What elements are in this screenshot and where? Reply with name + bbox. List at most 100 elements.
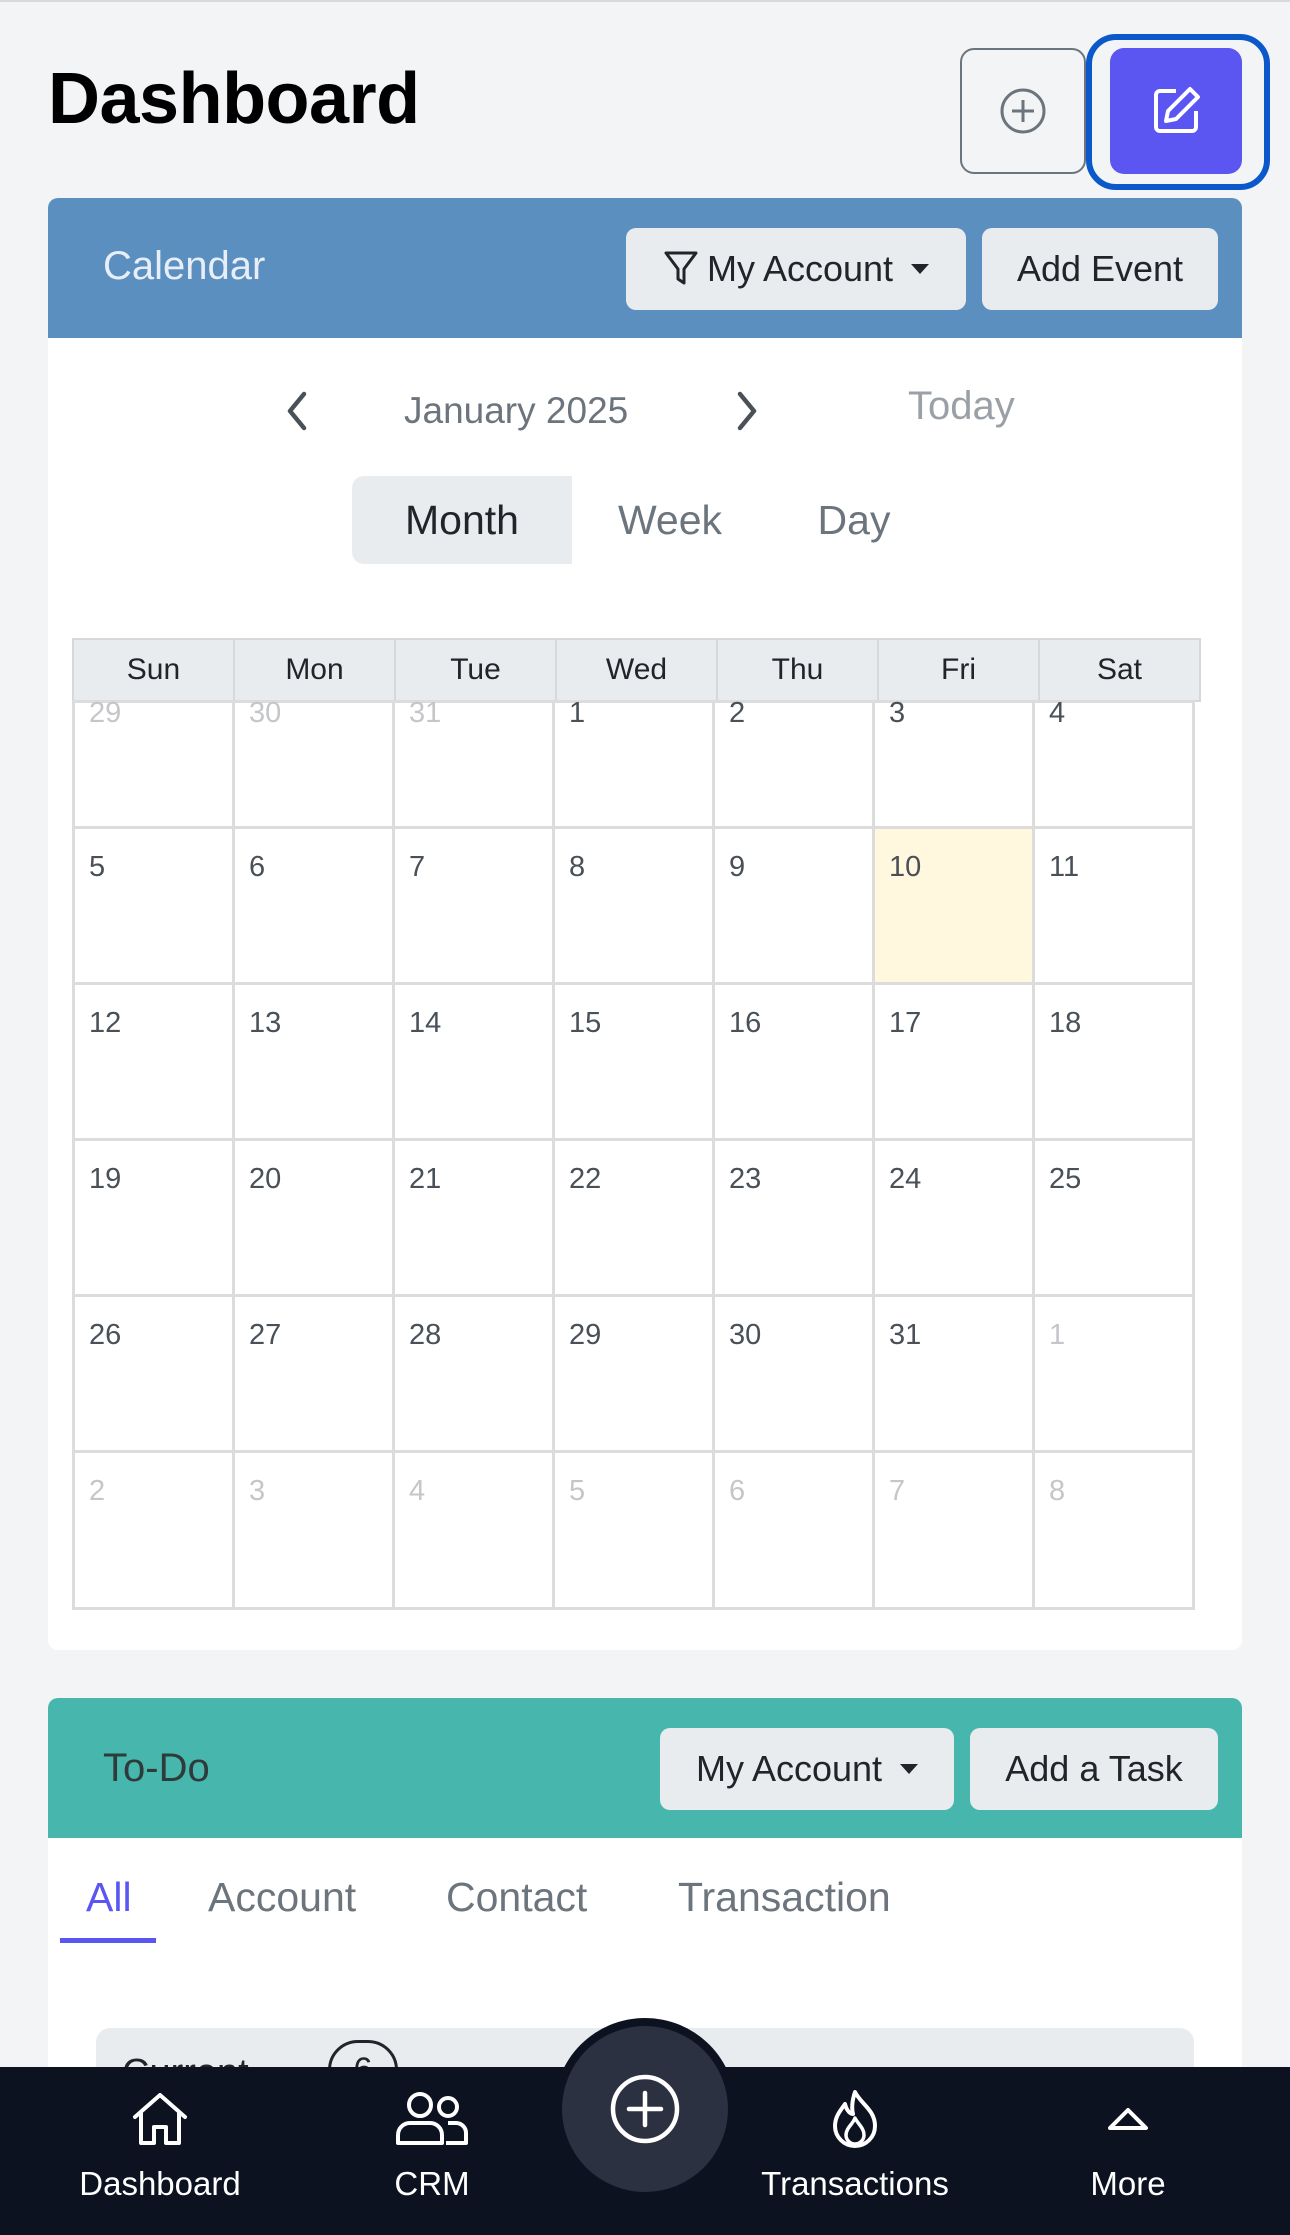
- chevron-right-icon[interactable]: [730, 388, 764, 434]
- tab-transaction[interactable]: Transaction: [678, 1874, 891, 1921]
- nav-crm-label: CRM: [394, 2165, 470, 2202]
- calendar-day-cell[interactable]: 5: [72, 826, 235, 986]
- tab-account[interactable]: Account: [208, 1874, 356, 1921]
- calendar-day-cell[interactable]: 19: [72, 1138, 235, 1298]
- calendar-day-cell[interactable]: 8: [552, 826, 715, 986]
- calendar-day-cell[interactable]: 4: [1032, 697, 1195, 830]
- calendar-day-cell[interactable]: 31: [872, 1294, 1035, 1454]
- chevron-left-icon[interactable]: [280, 388, 314, 434]
- calendar-day-cell[interactable]: 29: [72, 697, 235, 830]
- calendar-day-cell[interactable]: 30: [232, 697, 395, 830]
- day-number: 29: [89, 697, 122, 729]
- day-number: 20: [249, 1163, 282, 1195]
- view-switcher: Month Week Day: [352, 476, 940, 564]
- day-number: 27: [249, 1319, 282, 1351]
- calendar-day-cell[interactable]: 1: [1032, 1294, 1195, 1454]
- calendar-day-cell[interactable]: 11: [1032, 826, 1195, 986]
- day-number: 26: [89, 1319, 122, 1351]
- calendar-day-cell[interactable]: 8: [1032, 1450, 1195, 1610]
- calendar-day-cell[interactable]: 12: [72, 982, 235, 1142]
- day-number: 1: [1049, 1319, 1066, 1351]
- nav-dashboard[interactable]: Dashboard: [60, 2067, 260, 2235]
- day-number: 6: [249, 851, 266, 883]
- calendar-day-cell[interactable]: 3: [232, 1450, 395, 1610]
- day-number: 1: [569, 697, 586, 729]
- day-number: 4: [409, 1475, 426, 1507]
- tab-contact[interactable]: Contact: [446, 1874, 587, 1921]
- day-number: 16: [729, 1007, 762, 1039]
- calendar-day-cell[interactable]: 28: [392, 1294, 555, 1454]
- calendar-day-cell[interactable]: 7: [872, 1450, 1035, 1610]
- calendar-day-cell[interactable]: 23: [712, 1138, 875, 1298]
- add-widget-button[interactable]: [960, 48, 1086, 174]
- todo-header: To-Do My Account Add a Task: [48, 1698, 1242, 1838]
- weeks-container: 29 30 31 1 2 3 4 5 6 7 8 9 10 11 12 13 14 15 16 17 18 19 20 21 2…: [72, 697, 1199, 1610]
- calendar-day-cell[interactable]: 30: [712, 1294, 875, 1454]
- today-button[interactable]: Today: [908, 384, 1015, 429]
- day-number: 10: [889, 851, 922, 883]
- add-event-button[interactable]: Add Event: [982, 228, 1218, 310]
- todo-filter-label: My Account: [695, 1748, 883, 1789]
- circle-plus-icon: [1000, 88, 1046, 134]
- nav-more[interactable]: More: [1048, 2067, 1208, 2235]
- weekday-header-row: Sun Mon Tue Wed Thu Fri Sat: [72, 638, 1201, 702]
- view-week-button[interactable]: Week: [572, 476, 768, 564]
- calendar-day-cell[interactable]: 4: [392, 1450, 555, 1610]
- calendar-day-cell[interactable]: 26: [72, 1294, 235, 1454]
- calendar-day-cell[interactable]: 20: [232, 1138, 395, 1298]
- calendar-day-cell[interactable]: 6: [232, 826, 395, 986]
- calendar-account-filter[interactable]: My Account: [626, 228, 966, 310]
- calendar-week-row: 26 27 28 29 30 31 1: [72, 1294, 1199, 1454]
- users-icon: [396, 2092, 468, 2145]
- calendar-day-cell[interactable]: 6: [712, 1450, 875, 1610]
- weekday-header: Mon: [233, 638, 396, 702]
- day-number: 13: [249, 1007, 282, 1039]
- todo-account-filter[interactable]: My Account: [660, 1728, 954, 1810]
- calendar-day-cell[interactable]: 1: [552, 697, 715, 830]
- day-number: 2: [729, 697, 746, 729]
- calendar-day-cell[interactable]: 18: [1032, 982, 1195, 1142]
- calendar-card: Calendar My Account Add Event January 20…: [48, 198, 1242, 1650]
- calendar-day-cell[interactable]: 17: [872, 982, 1035, 1142]
- tab-all[interactable]: All: [86, 1874, 132, 1921]
- calendar-day-today[interactable]: 10: [872, 826, 1035, 986]
- calendar-day-cell[interactable]: 13: [232, 982, 395, 1142]
- quick-add-fab[interactable]: [562, 2026, 728, 2192]
- calendar-day-cell[interactable]: 9: [712, 826, 875, 986]
- view-month-button[interactable]: Month: [352, 476, 572, 564]
- calendar-day-cell[interactable]: 2: [72, 1450, 235, 1610]
- calendar-day-cell[interactable]: 3: [872, 697, 1035, 830]
- calendar-day-cell[interactable]: 27: [232, 1294, 395, 1454]
- add-task-button[interactable]: Add a Task: [970, 1728, 1218, 1810]
- weekday-header: Thu: [716, 638, 879, 702]
- day-number: 5: [569, 1475, 586, 1507]
- calendar-day-cell[interactable]: 22: [552, 1138, 715, 1298]
- day-number: 8: [1049, 1475, 1066, 1507]
- view-day-button[interactable]: Day: [768, 476, 940, 564]
- calendar-day-cell[interactable]: 29: [552, 1294, 715, 1454]
- calendar-week-row: 12 13 14 15 16 17 18: [72, 982, 1199, 1142]
- calendar-day-cell[interactable]: 25: [1032, 1138, 1195, 1298]
- calendar-day-cell[interactable]: 31: [392, 697, 555, 830]
- day-number: 7: [889, 1475, 906, 1507]
- day-number: 21: [409, 1163, 442, 1195]
- calendar-day-cell[interactable]: 24: [872, 1138, 1035, 1298]
- calendar-day-cell[interactable]: 7: [392, 826, 555, 986]
- calendar-day-cell[interactable]: 16: [712, 982, 875, 1142]
- day-number: 2: [89, 1475, 106, 1507]
- calendar-day-cell[interactable]: 15: [552, 982, 715, 1142]
- edit-dashboard-button[interactable]: [1110, 48, 1242, 174]
- nav-crm[interactable]: CRM: [332, 2067, 532, 2235]
- calendar-day-cell[interactable]: 2: [712, 697, 875, 830]
- nav-transactions[interactable]: Transactions: [745, 2067, 965, 2235]
- calendar-day-cell[interactable]: 5: [552, 1450, 715, 1610]
- day-number: 9: [729, 851, 746, 883]
- top-divider: [0, 0, 1290, 2]
- day-number: 22: [569, 1163, 602, 1195]
- calendar-day-cell[interactable]: 21: [392, 1138, 555, 1298]
- day-number: 30: [249, 697, 282, 729]
- calendar-day-cell[interactable]: 14: [392, 982, 555, 1142]
- nav-transactions-label: Transactions: [761, 2165, 949, 2202]
- day-number: 12: [89, 1007, 122, 1039]
- filter-icon: [664, 251, 698, 285]
